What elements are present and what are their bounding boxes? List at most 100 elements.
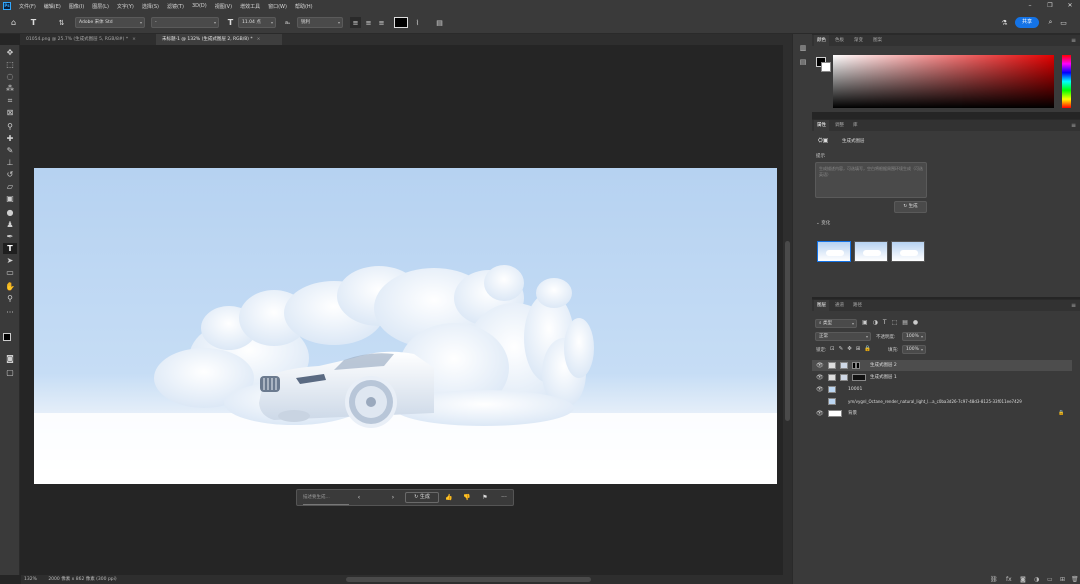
brush-tool-icon[interactable]: ✎ (3, 145, 17, 156)
menu-plugins[interactable]: 增效工具 (236, 3, 264, 10)
clone-stamp-tool-icon[interactable]: ⊥ (3, 157, 17, 168)
layer-row[interactable]: 👁 生成式图层 2 (812, 360, 1072, 371)
healing-brush-tool-icon[interactable]: ✚ (3, 133, 17, 144)
delete-layer-icon[interactable]: 🗑 (1071, 576, 1079, 583)
marquee-tool-icon[interactable]: ⬚ (3, 59, 17, 70)
tab-document-2[interactable]: 未标题-1 @ 132% (生成式图层 2, RGB/8) * × (156, 34, 282, 45)
menu-filter[interactable]: 滤镜(T) (163, 3, 188, 10)
properties-generate-button[interactable]: ↻ 生成 (894, 201, 927, 213)
visibility-eye-icon[interactable]: 👁 (816, 384, 824, 395)
menu-edit[interactable]: 编辑(E) (40, 3, 65, 10)
gradient-tool-icon[interactable]: ▣ (3, 193, 17, 204)
opacity-field[interactable]: 100% ▾ (902, 332, 926, 341)
align-right-icon[interactable]: ≡ (376, 17, 387, 28)
visibility-eye-icon[interactable]: 👁 (816, 372, 824, 383)
prompt-input[interactable]: 描述要生成... (303, 490, 349, 505)
next-variation-button[interactable]: › (387, 490, 399, 505)
screen-mode-icon[interactable]: ▢ (3, 367, 17, 378)
menu-layer[interactable]: 图层(L) (88, 3, 113, 10)
tab-adjustments[interactable]: 调整 (832, 120, 847, 131)
visibility-eye-icon[interactable]: 👁 (816, 360, 824, 371)
new-layer-icon[interactable]: ⊞ (1060, 576, 1065, 583)
crop-tool-icon[interactable]: ⌗ (3, 95, 17, 106)
tab-swatches[interactable]: 色板 (832, 35, 847, 46)
variations-header[interactable]: ⌄ 变化 (816, 220, 830, 226)
beaker-icon[interactable]: ⚗ (999, 17, 1010, 28)
pen-tool-icon[interactable]: ✒ (3, 231, 17, 242)
more-options-button[interactable]: ··· (497, 490, 511, 505)
close-window-button[interactable]: ✕ (1060, 0, 1080, 12)
adjustment-layer-icon[interactable]: ◑ (1034, 576, 1039, 583)
antialias-select[interactable]: 锐利 ▾ (297, 17, 343, 28)
dodge-tool-icon[interactable]: ♟ (3, 219, 17, 230)
generate-button[interactable]: ↻ 生成 (405, 492, 439, 503)
hue-slider[interactable] (1062, 55, 1071, 108)
new-group-icon[interactable]: ▭ (1047, 576, 1053, 583)
menu-view[interactable]: 视图(V) (211, 3, 236, 10)
text-orientation-icon[interactable]: ⇅ (56, 17, 67, 28)
thumbs-up-icon[interactable]: 👍 (443, 490, 455, 505)
minimize-button[interactable]: – (1020, 0, 1040, 12)
home-icon[interactable]: ⌂ (8, 17, 19, 28)
type-tool-icon[interactable]: T (3, 243, 17, 254)
add-mask-icon[interactable]: ◙ (1020, 576, 1026, 583)
menu-help[interactable]: 帮助(H) (291, 3, 317, 10)
variation-thumbnail-2[interactable] (854, 241, 888, 262)
tab-layers[interactable]: 图层 (814, 300, 829, 311)
rectangle-tool-icon[interactable]: ▭ (3, 267, 17, 278)
tab-document-1[interactable]: 01054.png @ 25.7% (生成式图层 5, RGB/8#) * × (20, 34, 154, 45)
menu-window[interactable]: 窗口(W) (264, 3, 291, 10)
foreground-color-swatch[interactable] (3, 333, 11, 341)
lasso-tool-icon[interactable]: ◌ (3, 71, 17, 82)
fill-field[interactable]: 100% ▾ (902, 345, 926, 354)
character-panel-icon[interactable]: ▤ (434, 17, 445, 28)
layer-row[interactable]: ym/vygnl_Octane_render_natural_light_l..… (812, 396, 1072, 407)
edit-toolbar-icon[interactable]: ··· (3, 307, 17, 318)
tab-color[interactable]: 颜色 (814, 35, 829, 46)
document-canvas[interactable] (34, 168, 777, 484)
menu-3d[interactable]: 3D(D) (188, 3, 211, 9)
workspace-icon[interactable]: ▭ (1058, 17, 1069, 28)
background-swatch[interactable] (821, 62, 831, 72)
link-layers-icon[interactable]: ⛓ (990, 576, 998, 583)
panel-menu-icon[interactable]: ≡ (1071, 300, 1076, 311)
variation-thumbnail-1[interactable] (817, 241, 851, 262)
history-brush-tool-icon[interactable]: ↺ (3, 169, 17, 180)
menu-type[interactable]: 文字(Y) (113, 3, 138, 10)
zoom-level[interactable]: 132% (24, 577, 37, 582)
hand-tool-icon[interactable]: ✋ (3, 281, 17, 292)
eraser-tool-icon[interactable]: ▱ (3, 181, 17, 192)
align-center-icon[interactable]: ≡ (363, 17, 374, 28)
previous-variation-button[interactable]: ‹ (353, 490, 365, 505)
menu-image[interactable]: 图像(I) (65, 3, 88, 10)
path-selection-tool-icon[interactable]: ➤ (3, 255, 17, 266)
zoom-tool-icon[interactable]: ⚲ (3, 293, 17, 304)
type-tool-preset-icon[interactable]: T (28, 17, 39, 28)
tab-libraries[interactable]: 库 (850, 120, 861, 131)
thumbs-down-icon[interactable]: 👎 (461, 490, 473, 505)
layer-filter-select[interactable]: ⌕ 类型 ▾ (815, 319, 857, 328)
quick-mask-icon[interactable]: ◙ (3, 353, 17, 364)
share-button[interactable]: 共享 (1015, 17, 1039, 28)
font-style-select[interactable]: - ▾ (151, 17, 219, 28)
tab-gradients[interactable]: 渐变 (851, 35, 866, 46)
variation-thumbnail-3[interactable] (891, 241, 925, 262)
quick-selection-tool-icon[interactable]: ⁂ (3, 83, 17, 94)
layer-row[interactable]: 👁 生成式图层 1 (812, 372, 1072, 383)
tab-patterns[interactable]: 图案 (870, 35, 885, 46)
lock-icons[interactable]: ⊡✎✥⊞🔒 (830, 346, 875, 352)
move-tool-icon[interactable]: ✥ (3, 47, 17, 58)
font-size-select[interactable]: 11.04 点 ▾ (238, 17, 276, 28)
text-color-swatch[interactable] (394, 17, 408, 28)
tab-properties[interactable]: 属性 (814, 120, 829, 131)
blur-tool-icon[interactable]: ● (3, 207, 17, 218)
layer-row[interactable]: 👁 背景 🔒 (812, 408, 1072, 419)
eyedropper-tool-icon[interactable]: ⚲ (3, 121, 17, 132)
close-tab-icon[interactable]: × (132, 37, 136, 42)
search-icon[interactable]: ⌕ (1045, 17, 1056, 28)
restore-button[interactable]: ❐ (1040, 0, 1060, 12)
vertical-scrollbar[interactable] (783, 45, 792, 575)
frame-tool-icon[interactable]: ⊠ (3, 107, 17, 118)
menu-file[interactable]: 文件(F) (15, 3, 40, 10)
color-field[interactable] (833, 55, 1054, 108)
